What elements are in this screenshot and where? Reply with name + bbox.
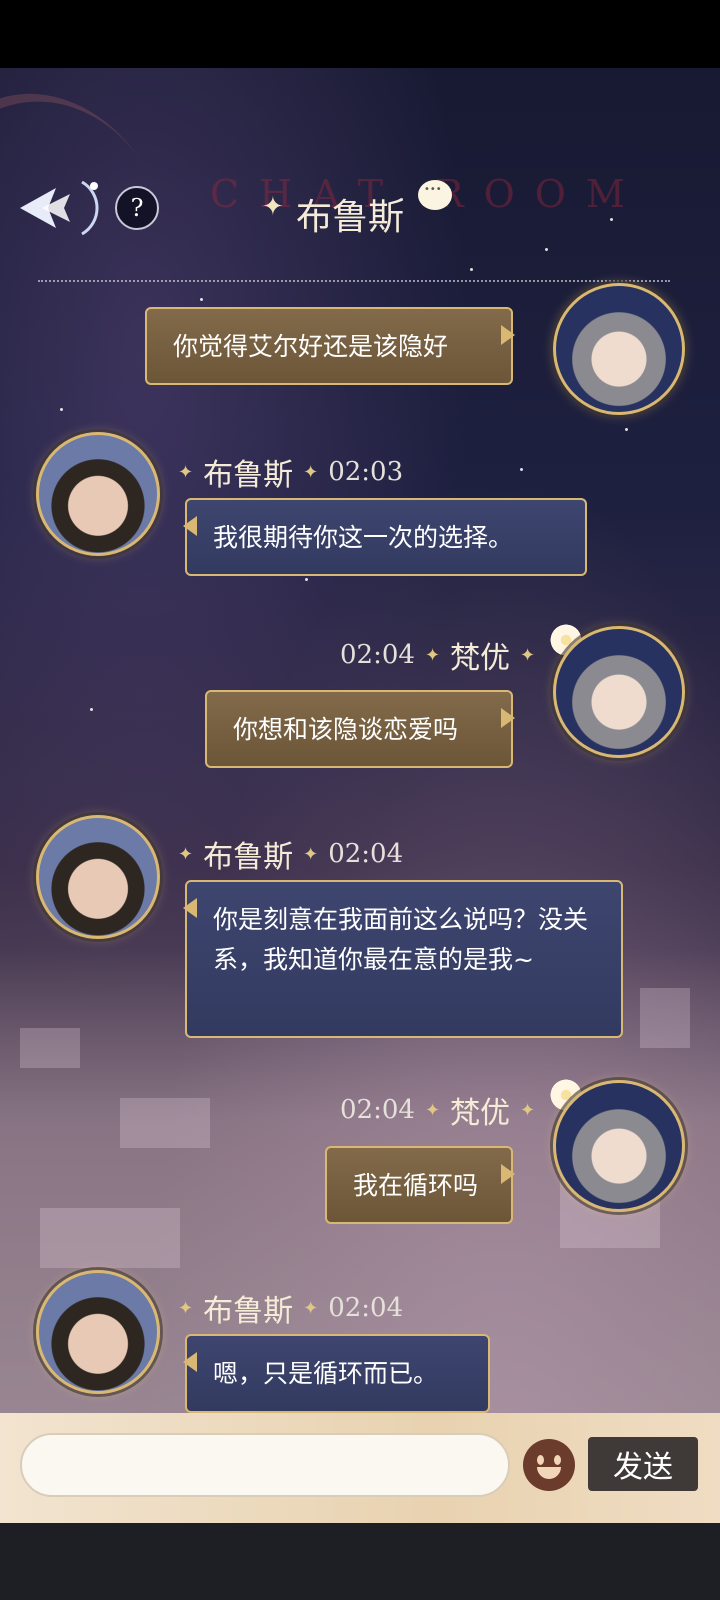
star-bullet-icon: ✦ <box>520 1099 536 1121</box>
message-time: 02:04 <box>340 1095 415 1125</box>
star-bullet-icon: ✦ <box>178 1297 194 1319</box>
emoji-eye <box>554 1455 561 1465</box>
emoji-mouth <box>537 1467 561 1479</box>
message-bubble-self: 你觉得艾尔好还是该隐好 <box>145 307 515 385</box>
chat-title: 布鲁斯 <box>296 197 405 238</box>
message-input[interactable] <box>20 1433 510 1497</box>
avatar-bruce[interactable] <box>36 1270 160 1394</box>
message-meta: 02:04 ✦ 梵优 ✦ <box>340 1090 536 1131</box>
avatar-bruce[interactable] <box>36 815 160 939</box>
send-button[interactable]: 发送 <box>588 1437 698 1491</box>
star-bullet-icon: ✦ <box>520 644 536 666</box>
star-bullet-icon: ✦ <box>178 461 194 483</box>
star-bullet-icon: ✦ <box>303 461 319 483</box>
message-time: 02:04 <box>340 640 415 670</box>
sender-name: 布鲁斯 <box>203 840 294 875</box>
sender-name: 布鲁斯 <box>203 458 294 493</box>
chat-bubble-icon <box>418 180 452 210</box>
input-bar: 发送 <box>0 1413 720 1523</box>
message-bubble-other: 我很期待你这一次的选择。 <box>183 498 587 576</box>
sender-name: 梵优 <box>450 1096 511 1131</box>
sender-name: 布鲁斯 <box>203 1294 294 1329</box>
message-bubble-self: 我在循环吗 <box>325 1146 515 1224</box>
avatar-self[interactable] <box>553 283 685 415</box>
avatar-self[interactable] <box>553 1080 685 1212</box>
emoji-eye <box>537 1455 544 1465</box>
avatar-self[interactable] <box>553 626 685 758</box>
message-time: 02:04 <box>328 839 404 869</box>
emoji-icon[interactable] <box>523 1439 575 1491</box>
message-time: 02:04 <box>328 1293 404 1323</box>
message-meta: 02:04 ✦ 梵优 ✦ <box>340 635 536 676</box>
message-bubble-other: 嗯，只是循环而已。 <box>183 1334 490 1413</box>
star-bullet-icon: ✦ <box>424 644 441 666</box>
sparkle-icon: ✦ <box>262 192 284 222</box>
avatar-bruce[interactable] <box>36 432 160 556</box>
navigation-bar <box>0 1523 720 1600</box>
star-bullet-icon: ✦ <box>303 1297 319 1319</box>
star-bullet-icon: ✦ <box>303 843 319 865</box>
sender-name: 梵优 <box>450 641 511 676</box>
message-meta: ✦ 布鲁斯 ✦ 02:03 <box>178 452 404 493</box>
back-arrow-icon[interactable] <box>12 176 106 240</box>
message-bubble-self: 你想和该隐谈恋爱吗 <box>205 690 515 768</box>
message-bubble-other: 你是刻意在我面前这么说吗？没关系，我知道你最在意的是我~ <box>183 880 623 1038</box>
star-bullet-icon: ✦ <box>424 1099 441 1121</box>
header-divider <box>38 280 670 282</box>
message-time: 02:03 <box>328 457 404 487</box>
help-button[interactable]: ? <box>115 186 159 230</box>
message-meta: ✦ 布鲁斯 ✦ 02:04 <box>178 834 404 875</box>
star-bullet-icon: ✦ <box>178 843 194 865</box>
message-meta: ✦ 布鲁斯 ✦ 02:04 <box>178 1288 404 1329</box>
status-bar <box>0 0 720 68</box>
